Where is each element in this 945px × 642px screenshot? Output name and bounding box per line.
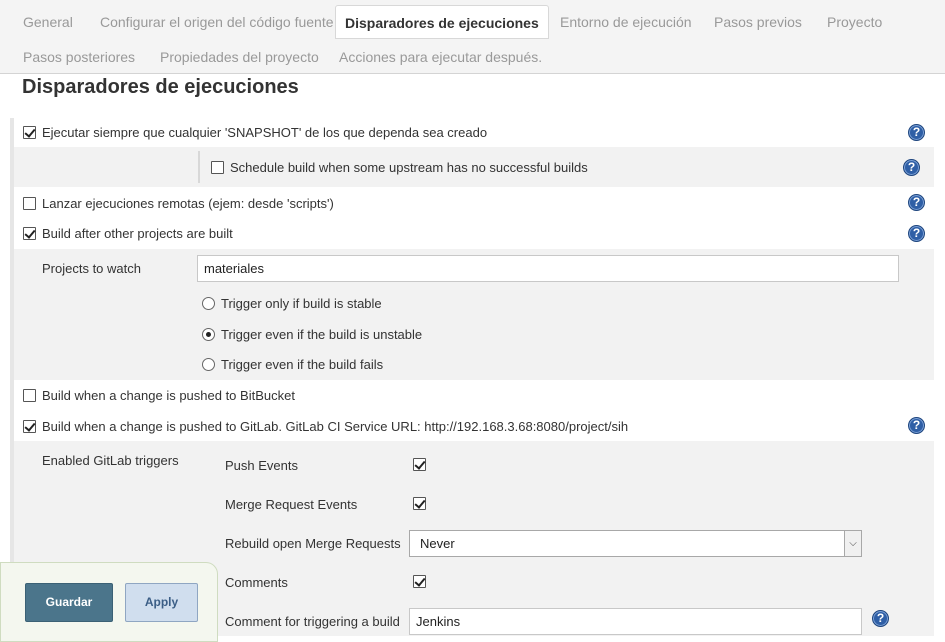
push-events-checkbox[interactable] bbox=[413, 458, 426, 471]
tab-bar: General Configurar el origen del código … bbox=[0, 0, 945, 74]
rebuild-mr-select[interactable]: Never ⌵ bbox=[409, 530, 862, 557]
radio-fails-label: Trigger even if the build fails bbox=[221, 357, 384, 372]
after-other-label: Build after other projects are built bbox=[42, 226, 233, 241]
help-icon[interactable]: ? bbox=[903, 159, 920, 176]
bitbucket-trigger-checkbox[interactable] bbox=[23, 389, 36, 402]
help-icon[interactable]: ? bbox=[908, 225, 925, 242]
comments-label: Comments bbox=[225, 575, 288, 590]
section-title: Disparadores de ejecuciones bbox=[22, 76, 299, 98]
tab-post-steps[interactable]: Pasos posteriores bbox=[23, 40, 135, 74]
gitlab-trigger-row[interactable]: Build when a change is pushed to GitLab.… bbox=[23, 417, 628, 437]
upstream-no-success-label: Schedule build when some upstream has no… bbox=[230, 160, 588, 175]
apply-button[interactable]: Apply bbox=[125, 583, 198, 622]
bitbucket-trigger-row[interactable]: Build when a change is pushed to BitBuck… bbox=[23, 386, 295, 406]
chevron-down-icon[interactable]: ⌵ bbox=[844, 531, 861, 556]
projects-to-watch-input[interactable] bbox=[197, 255, 899, 282]
gitlab-triggers-label: Enabled GitLab triggers bbox=[42, 453, 179, 468]
tab-project-properties[interactable]: Propiedades del proyecto bbox=[160, 40, 319, 74]
rebuild-mr-value: Never bbox=[420, 536, 455, 551]
save-button[interactable]: Guardar bbox=[25, 583, 113, 622]
remote-trigger-row[interactable]: Lanzar ejecuciones remotas (ejem: desde … bbox=[23, 194, 334, 214]
help-icon[interactable]: ? bbox=[908, 417, 925, 434]
tab-source-code[interactable]: Configurar el origen del código fuente bbox=[100, 5, 334, 39]
help-icon[interactable]: ? bbox=[872, 610, 889, 627]
radio-unstable-label: Trigger even if the build is unstable bbox=[221, 327, 423, 342]
upstream-no-success-row[interactable]: Schedule build when some upstream has no… bbox=[211, 158, 588, 178]
radio-fails-row[interactable]: Trigger even if the build fails bbox=[202, 355, 383, 375]
rebuild-mr-label: Rebuild open Merge Requests bbox=[225, 536, 401, 551]
snapshot-trigger-row[interactable]: Ejecutar siempre que cualquier 'SNAPSHOT… bbox=[23, 123, 487, 143]
upstream-no-success-checkbox[interactable] bbox=[211, 161, 224, 174]
snapshot-trigger-label: Ejecutar siempre que cualquier 'SNAPSHOT… bbox=[42, 125, 488, 140]
radio-stable-row[interactable]: Trigger only if build is stable bbox=[202, 294, 382, 314]
projects-to-watch-label: Projects to watch bbox=[42, 261, 141, 276]
after-other-row[interactable]: Build after other projects are built bbox=[23, 224, 233, 244]
comment-phrase-input[interactable] bbox=[409, 608, 862, 635]
radio-stable-label: Trigger only if build is stable bbox=[221, 296, 382, 311]
radio-unstable[interactable] bbox=[202, 328, 215, 341]
remote-trigger-label: Lanzar ejecuciones remotas (ejem: desde … bbox=[42, 196, 334, 211]
tab-project[interactable]: Proyecto bbox=[827, 5, 882, 39]
bitbucket-trigger-label: Build when a change is pushed to BitBuck… bbox=[42, 388, 295, 403]
tab-pre-steps[interactable]: Pasos previos bbox=[714, 5, 802, 39]
radio-fails[interactable] bbox=[202, 358, 215, 371]
tab-general[interactable]: General bbox=[23, 5, 73, 39]
tab-build-triggers[interactable]: Disparadores de ejecuciones bbox=[335, 5, 549, 39]
comment-phrase-label: Comment for triggering a build bbox=[225, 614, 400, 629]
merge-request-events-checkbox[interactable] bbox=[413, 497, 426, 510]
radio-stable[interactable] bbox=[202, 297, 215, 310]
nested-divider bbox=[198, 151, 200, 183]
tab-post-build-actions[interactable]: Acciones para ejecutar después. bbox=[339, 40, 542, 74]
tab-build-environment[interactable]: Entorno de ejecución bbox=[560, 5, 692, 39]
radio-unstable-row[interactable]: Trigger even if the build is unstable bbox=[202, 325, 422, 345]
help-icon[interactable]: ? bbox=[908, 194, 925, 211]
gitlab-trigger-checkbox[interactable] bbox=[23, 420, 36, 433]
push-events-label: Push Events bbox=[225, 458, 298, 473]
remote-trigger-checkbox[interactable] bbox=[23, 197, 36, 210]
comments-checkbox[interactable] bbox=[413, 575, 426, 588]
merge-request-events-label: Merge Request Events bbox=[225, 497, 358, 512]
help-icon[interactable]: ? bbox=[908, 124, 925, 141]
after-other-checkbox[interactable] bbox=[23, 227, 36, 240]
snapshot-trigger-checkbox[interactable] bbox=[23, 126, 36, 139]
gitlab-trigger-label: Build when a change is pushed to GitLab.… bbox=[42, 419, 629, 434]
